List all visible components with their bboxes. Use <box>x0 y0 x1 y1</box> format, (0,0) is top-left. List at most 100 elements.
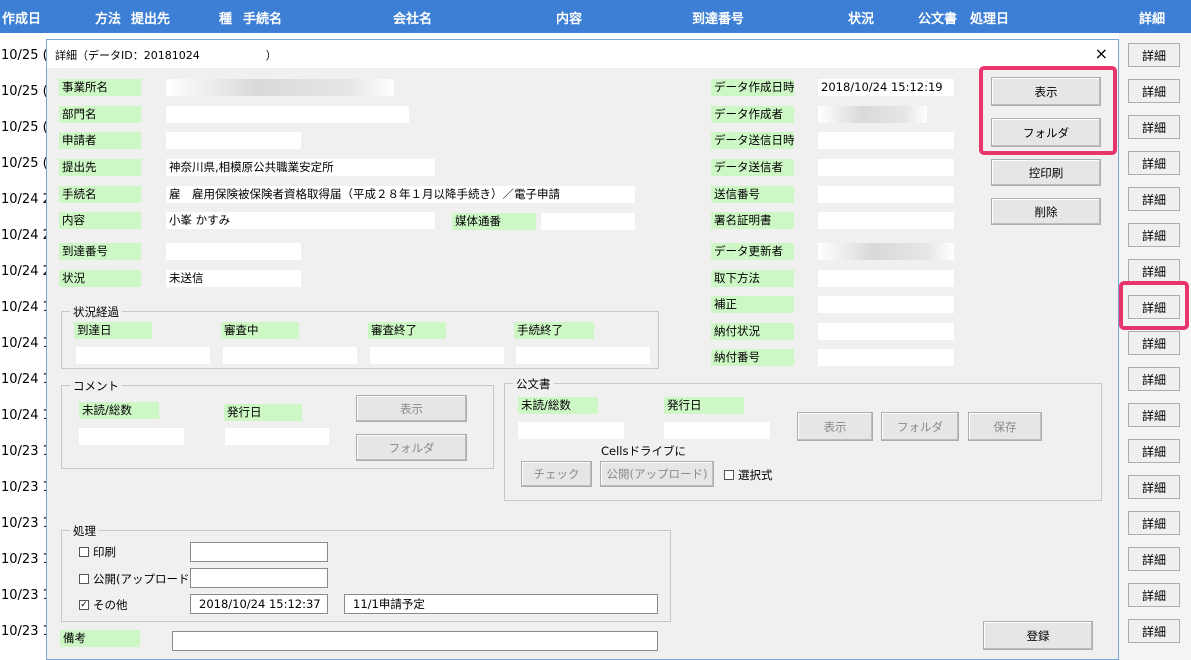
official-publish-button[interactable]: 公開(アップロード) <box>600 461 714 487</box>
row-date: 10/25 ( <box>1 84 48 99</box>
list-header: 作成日 方法 提出先 種 手続名 会社名 内容 到達番号 状況 公文書 処理日 … <box>0 0 1191 33</box>
procedure-value: 雇 雇用保険被保険者資格取得届（平成２８年１月以降手続き）／電子申請 <box>166 186 635 203</box>
row-detail-button[interactable]: 詳細 <box>1128 547 1180 571</box>
row-detail-button[interactable]: 詳細 <box>1128 475 1180 499</box>
detail-dialog: 詳細（データID：20181024 ） × 事業所名 部門名 申請者 提出先 神… <box>46 39 1119 660</box>
row-detail-button[interactable]: 詳細 <box>1128 331 1180 355</box>
row-detail-button[interactable]: 詳細 <box>1128 223 1180 247</box>
dialog-titlebar: 詳細（データID：20181024 ） × <box>47 40 1118 68</box>
send-no-value <box>818 186 954 203</box>
remarks-label: 備考 <box>60 630 140 647</box>
status-label: 状況 <box>59 270 141 287</box>
row-detail-button[interactable]: 詳細 <box>1128 187 1180 211</box>
col-official: 公文書 <box>918 12 958 27</box>
row-date: 10/23 1 <box>1 552 51 567</box>
row-detail-button[interactable]: 詳細 <box>1128 259 1180 283</box>
col-status: 状況 <box>848 12 875 27</box>
delete-button[interactable]: 削除 <box>991 198 1101 225</box>
other-date-input[interactable]: 2018/10/24 15:12:37 <box>190 594 328 614</box>
progress-finish-value <box>516 347 650 364</box>
highlight-show-folder <box>979 66 1117 155</box>
other-checkbox[interactable]: ✓ <box>79 600 89 610</box>
dept-value <box>166 106 409 123</box>
other-note-input[interactable]: 11/1申請予定 <box>344 594 658 614</box>
comment-show-button[interactable]: 表示 <box>356 395 467 422</box>
sender-value <box>818 159 954 176</box>
col-submit-to: 提出先 <box>131 12 171 27</box>
content-label: 内容 <box>59 212 141 229</box>
official-group: 公文書 未読/総数 発行日 表示 フォルダ 保存 Cellsドライブに チェック… <box>504 376 1102 501</box>
progress-arrival-value <box>76 347 210 364</box>
row-date: 10/23 1 <box>1 516 51 531</box>
comment-group: コメント 未読/総数 発行日 表示 フォルダ <box>61 378 494 469</box>
row-detail-button[interactable]: 詳細 <box>1128 115 1180 139</box>
row-detail-button[interactable]: 詳細 <box>1128 619 1180 643</box>
created-label: データ作成日時 <box>711 79 795 96</box>
comment-issue-label: 発行日 <box>224 404 302 421</box>
cert-label: 署名証明書 <box>711 212 794 229</box>
official-save-button[interactable]: 保存 <box>968 412 1042 441</box>
updater-label: データ更新者 <box>711 243 794 260</box>
print-input[interactable] <box>190 542 328 562</box>
dialog-title: 詳細（データID：20181024 ） <box>55 49 277 62</box>
row-date: 10/24 1 <box>1 372 51 387</box>
row-detail-button[interactable]: 詳細 <box>1128 151 1180 175</box>
cells-drive-label: Cellsドライブに <box>601 444 686 458</box>
payment-no-value <box>818 349 954 366</box>
row-detail-button[interactable]: 詳細 <box>1128 367 1180 391</box>
created-value: 2018/10/24 15:12:19 <box>818 79 954 96</box>
other-label: その他 <box>93 598 128 612</box>
payment-no-label: 納付番号 <box>711 349 794 366</box>
row-date: 10/24 1 <box>1 336 51 351</box>
remarks-input[interactable] <box>172 631 658 651</box>
row-detail-button[interactable]: 詳細 <box>1128 583 1180 607</box>
payment-status-label: 納付状況 <box>711 323 794 340</box>
send-no-label: 送信番号 <box>711 186 794 203</box>
col-procedure: 手続名 <box>243 12 283 27</box>
row-date: 10/24 2 <box>1 228 51 243</box>
processing-title: 処理 <box>70 523 99 539</box>
dept-label: 部門名 <box>59 106 141 123</box>
col-kind: 種 <box>219 12 233 27</box>
publish-checkbox[interactable] <box>79 574 89 584</box>
comment-folder-button[interactable]: フォルダ <box>356 434 467 461</box>
sent-time-label: データ送信日時 <box>711 132 795 149</box>
col-arrival: 到達番号 <box>692 12 745 27</box>
media-value <box>541 213 635 230</box>
row-detail-button[interactable]: 詳細 <box>1128 511 1180 535</box>
row-detail-button[interactable]: 詳細 <box>1128 79 1180 103</box>
official-show-button[interactable]: 表示 <box>797 412 873 441</box>
close-icon[interactable]: × <box>1095 44 1108 63</box>
row-detail-button[interactable]: 詳細 <box>1128 439 1180 463</box>
row-date: 10/23 1 <box>1 444 51 459</box>
correction-value <box>818 296 954 313</box>
withdraw-label: 取下方法 <box>711 270 794 287</box>
publish-input[interactable] <box>190 568 328 588</box>
submit-to-value: 神奈川県,相模原公共職業安定所 <box>166 159 435 176</box>
processing-group: 処理 印刷 公開(アップロード) ✓ その他 2018/10/24 15:12:… <box>61 523 671 622</box>
progress-finish-label: 手続終了 <box>514 322 594 339</box>
correction-label: 補正 <box>711 296 794 313</box>
submit-to-label: 提出先 <box>59 159 141 176</box>
comment-unread-value <box>79 428 184 445</box>
copy-print-button[interactable]: 控印刷 <box>991 159 1101 186</box>
official-issue-label: 発行日 <box>664 397 744 414</box>
updater-value <box>818 243 954 260</box>
sent-time-value <box>818 132 954 149</box>
official-folder-button[interactable]: フォルダ <box>881 412 959 441</box>
print-checkbox[interactable] <box>79 547 89 557</box>
office-label: 事業所名 <box>59 79 141 96</box>
arrival-label: 到達番号 <box>59 243 141 260</box>
arrival-value <box>166 243 301 260</box>
official-check-button[interactable]: チェック <box>521 461 592 487</box>
select-checkbox[interactable] <box>724 470 734 480</box>
sender-label: データ送信者 <box>711 159 794 176</box>
row-detail-button[interactable]: 詳細 <box>1128 43 1180 67</box>
progress-review-end-label: 審査終了 <box>368 322 446 339</box>
row-detail-button[interactable]: 詳細 <box>1128 403 1180 427</box>
row-date: 10/23 1 <box>1 588 51 603</box>
applicant-label: 申請者 <box>59 132 141 149</box>
content-value: 小峯 かすみ <box>166 212 435 229</box>
register-button[interactable]: 登録 <box>983 621 1093 650</box>
progress-review-end-value <box>370 347 504 364</box>
